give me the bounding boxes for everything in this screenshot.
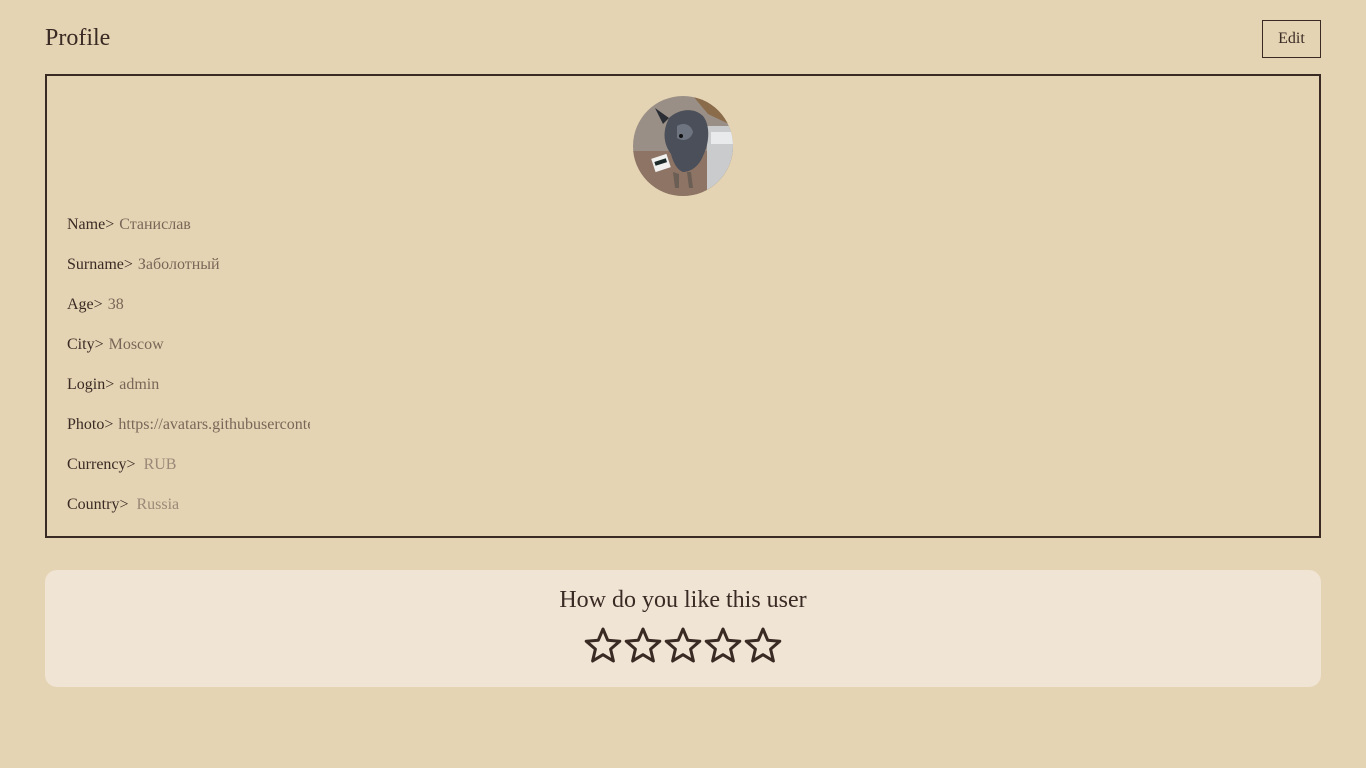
- country-field[interactable]: [136, 493, 329, 517]
- field-login: Login>: [67, 373, 312, 397]
- field-country: Country>: [67, 493, 329, 517]
- avatar: [633, 96, 733, 196]
- field-label-country: Country>: [67, 496, 129, 513]
- profile-card: Name> Surname> Age> City> Login> Photo> …: [45, 74, 1321, 538]
- field-label-name: Name>: [67, 216, 115, 233]
- field-surname: Surname>: [67, 253, 330, 277]
- field-label-photo: Photo>: [67, 416, 114, 433]
- star-rating: [583, 626, 783, 666]
- rating-title: How do you like this user: [559, 587, 807, 613]
- star-5-icon[interactable]: [743, 626, 783, 666]
- field-label-city: City>: [67, 336, 104, 353]
- field-label-age: Age>: [67, 296, 103, 313]
- page-title: Profile: [45, 25, 111, 51]
- field-label-login: Login>: [67, 376, 115, 393]
- field-age: Age>: [67, 293, 300, 317]
- header: Profile Edit: [45, 20, 1321, 58]
- name-field[interactable]: [119, 213, 312, 237]
- surname-field[interactable]: [137, 253, 330, 277]
- age-field[interactable]: [107, 293, 300, 317]
- field-city: City>: [67, 333, 301, 357]
- star-2-icon[interactable]: [623, 626, 663, 666]
- login-field[interactable]: [119, 373, 312, 397]
- field-currency: Currency>: [67, 453, 336, 477]
- edit-button[interactable]: Edit: [1262, 20, 1321, 58]
- field-name: Name>: [67, 213, 312, 237]
- star-1-icon[interactable]: [583, 626, 623, 666]
- star-3-icon[interactable]: [663, 626, 703, 666]
- currency-field[interactable]: [143, 453, 336, 477]
- rating-panel: How do you like this user: [45, 570, 1321, 687]
- avatar-photo: [633, 96, 733, 196]
- city-field[interactable]: [108, 333, 301, 357]
- field-label-surname: Surname>: [67, 256, 133, 273]
- field-label-currency: Currency>: [67, 456, 136, 473]
- star-4-icon[interactable]: [703, 626, 743, 666]
- photo-url-field[interactable]: [118, 413, 311, 437]
- field-photo: Photo>: [67, 413, 311, 437]
- profile-page: Profile Edit Name>Станислав Surname>Забо…: [0, 0, 1366, 768]
